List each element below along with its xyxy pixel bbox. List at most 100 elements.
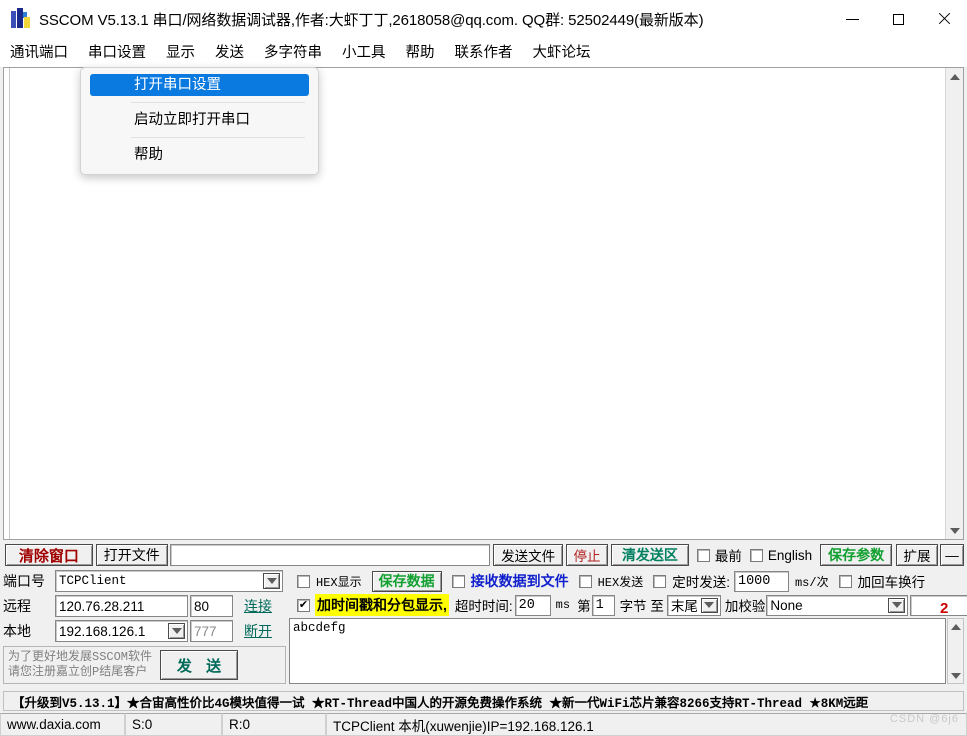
- timed-send-input[interactable]: 1000: [733, 570, 789, 592]
- options-row-2: ✔ 加时间戳和分包显示, 超时时间: 20 ms 第 1 字节 至 末尾 加校验…: [289, 594, 967, 616]
- recv-to-file-label: 接收数据到文件: [470, 573, 569, 589]
- port-label: 端口号: [3, 573, 45, 589]
- menu-comm-port[interactable]: 通讯端口: [1, 40, 77, 66]
- extend-button[interactable]: 扩展: [896, 544, 938, 566]
- options-row-1: HEX显示 保存数据 接收数据到文件 HEX发送 定时发送: 1000 ms/次…: [289, 570, 925, 592]
- receive-scroll-up-button[interactable]: [946, 68, 963, 85]
- window-title: SSCOM V5.13.1 串口/网络数据调试器,作者:大虾丁丁,2618058…: [39, 11, 704, 29]
- send-scroll-down-button[interactable]: [948, 668, 963, 683]
- save-params-button[interactable]: 保存参数: [820, 544, 893, 566]
- disconnect-button[interactable]: 断开: [233, 620, 283, 642]
- dropdown-item-auto-open-port[interactable]: 启动立即打开串口: [90, 109, 309, 131]
- minimize-button[interactable]: [829, 0, 875, 38]
- send-file-button[interactable]: 发送文件: [493, 544, 564, 566]
- stop-button[interactable]: 停止: [566, 544, 608, 566]
- local-port-input[interactable]: 777: [190, 620, 233, 642]
- open-file-button[interactable]: 打开文件: [95, 544, 168, 566]
- crlf-label: 加回车换行: [857, 575, 926, 590]
- triangle-down-glyph-byteend: [704, 602, 715, 608]
- clear-send-area-button[interactable]: 清发送区: [611, 544, 689, 566]
- local-ip-value: 192.168.126.1: [59, 623, 146, 639]
- checksum-value: None: [770, 597, 803, 613]
- triangle-down-icon: [949, 527, 960, 534]
- port-select[interactable]: TCPClient: [55, 570, 283, 592]
- dropdown-separator-1: [131, 102, 305, 103]
- menu-contact-author[interactable]: 联系作者: [446, 40, 522, 66]
- remote-ip-input[interactable]: 120.76.28.211: [55, 595, 188, 617]
- remote-port-input[interactable]: 80: [190, 595, 233, 617]
- checksum-select[interactable]: None: [766, 594, 909, 616]
- clear-window-button[interactable]: 清除窗口: [5, 544, 93, 566]
- red-indicator-icon: 2: [940, 600, 949, 617]
- hex-send-checkbox[interactable]: [578, 574, 592, 588]
- remote-label: 远程: [3, 598, 31, 614]
- timed-send-checkbox[interactable]: [653, 574, 667, 588]
- connection-panel: 端口号 TCPClient 远程 120.76.28.211 80 连接 本地 …: [3, 570, 286, 688]
- menu-multi-string[interactable]: 多字符串: [255, 40, 331, 66]
- dropdown-item-help[interactable]: 帮助: [90, 144, 309, 166]
- recv-to-file-checkbox[interactable]: [451, 574, 465, 588]
- checksum-extra-input[interactable]: [910, 594, 967, 616]
- hex-display-checkbox[interactable]: [297, 574, 310, 588]
- port-row: 端口号 TCPClient: [3, 570, 283, 592]
- timestamp-checkbox[interactable]: ✔: [297, 598, 310, 612]
- english-checkbox-group[interactable]: English: [749, 548, 812, 563]
- sscom-window: SSCOM V5.13.1 串口/网络数据调试器,作者:大虾丁丁,2618058…: [0, 0, 967, 736]
- send-scrollbar[interactable]: [947, 618, 964, 684]
- connect-button[interactable]: 连接: [233, 595, 283, 617]
- window-controls: [829, 0, 967, 38]
- chevron-down-icon[interactable]: [263, 573, 280, 589]
- collapse-button[interactable]: —: [940, 544, 964, 566]
- topmost-label: 最前: [714, 549, 742, 564]
- status-sent-count: S:0: [125, 713, 222, 736]
- menu-help[interactable]: 帮助: [397, 40, 444, 66]
- maximize-button[interactable]: [875, 0, 921, 38]
- english-checkbox[interactable]: [749, 548, 763, 562]
- triangle-down-glyph: [266, 578, 277, 584]
- minimize-icon: [845, 18, 859, 20]
- menu-forum[interactable]: 大虾论坛: [524, 40, 600, 66]
- send-textarea[interactable]: abcdefg: [289, 618, 946, 684]
- chevron-down-icon-local[interactable]: [168, 623, 185, 639]
- timeout-input[interactable]: 20: [514, 594, 551, 616]
- menu-tools[interactable]: 小工具: [333, 40, 395, 66]
- toolbar: 清除窗口 打开文件 发送文件 停止 清发送区 最前 English 保存参数 扩…: [3, 542, 964, 568]
- chevron-down-icon-checksum[interactable]: [888, 597, 906, 613]
- save-data-button[interactable]: 保存数据: [371, 570, 442, 592]
- remote-row: 远程 120.76.28.211 80 连接: [3, 595, 283, 617]
- byte-index-input[interactable]: 1: [591, 594, 615, 616]
- dropdown-item-open-serial-settings[interactable]: 打开串口设置: [90, 74, 309, 96]
- triangle-down-glyph-local: [171, 628, 182, 634]
- status-website[interactable]: www.daxia.com: [0, 713, 125, 736]
- file-path-input[interactable]: [169, 544, 491, 566]
- receive-scroll-down-button[interactable]: [946, 522, 963, 539]
- menu-send[interactable]: 发送: [206, 40, 253, 66]
- byte-end-select[interactable]: 末尾: [666, 594, 721, 616]
- close-button[interactable]: [921, 0, 967, 38]
- serial-settings-dropdown: 打开串口设置 启动立即打开串口 帮助: [80, 67, 319, 175]
- promo-text: 为了更好地发展SSCOM软件 请您注册嘉立创P结尾客户: [8, 650, 152, 680]
- topmost-checkbox[interactable]: [696, 548, 710, 562]
- timestamp-label: 加时间戳和分包显示,: [315, 594, 449, 616]
- options-panel: HEX显示 保存数据 接收数据到文件 HEX发送 定时发送: 1000 ms/次…: [289, 570, 967, 688]
- local-ip-select[interactable]: 192.168.126.1: [55, 620, 188, 642]
- send-button[interactable]: 发 送: [160, 650, 239, 680]
- menu-serial-settings[interactable]: 串口设置: [79, 39, 155, 66]
- hex-display-label: HEX显示: [316, 575, 362, 590]
- ad-banner[interactable]: 【升级到V5.13.1】★合宙高性价比4G模块值得一试 ★RT-Thread中国…: [3, 691, 964, 711]
- menu-bar: 通讯端口 串口设置 显示 发送 多字符串 小工具 帮助 联系作者 大虾论坛: [0, 38, 967, 67]
- menu-display[interactable]: 显示: [157, 40, 204, 66]
- chevron-down-icon-byteend[interactable]: [700, 597, 718, 613]
- dropdown-separator-2: [131, 137, 305, 138]
- send-scroll-up-button[interactable]: [948, 619, 963, 634]
- crlf-checkbox[interactable]: [838, 574, 852, 588]
- ms-per-time-label: ms/次: [794, 575, 829, 590]
- topmost-checkbox-group[interactable]: 最前: [696, 545, 742, 565]
- triangle-up-icon: [949, 73, 960, 80]
- watermark-text: CSDN @6j6: [889, 713, 959, 725]
- port-select-value: TCPClient: [59, 574, 127, 588]
- config-panel: 端口号 TCPClient 远程 120.76.28.211 80 连接 本地 …: [3, 570, 967, 688]
- triangle-up-icon-send: [950, 623, 961, 630]
- maximize-icon: [892, 13, 904, 25]
- receive-scrollbar[interactable]: [945, 68, 963, 539]
